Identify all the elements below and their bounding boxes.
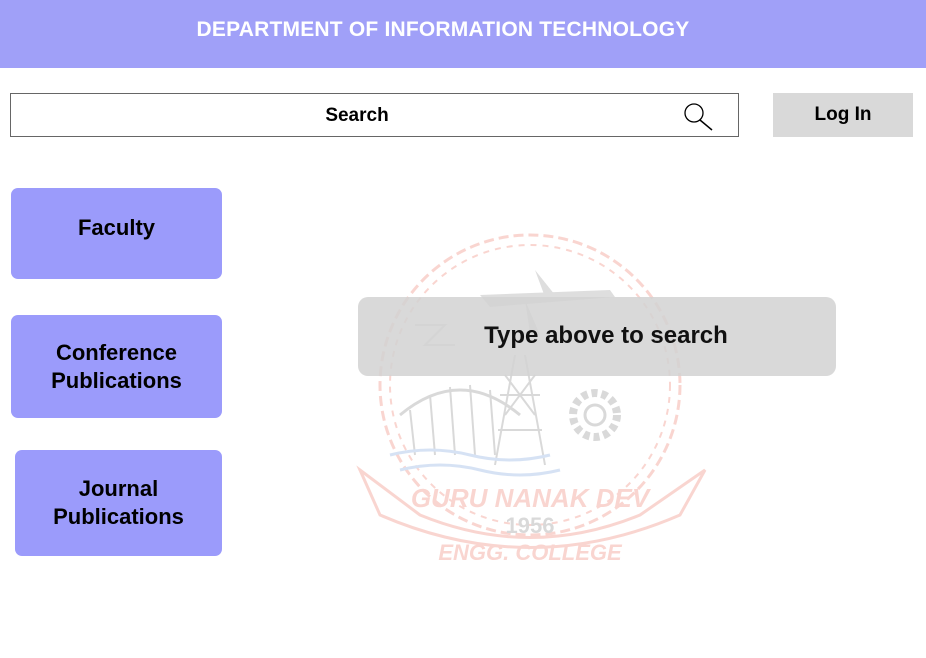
search-hint-panel: Type above to search: [358, 297, 836, 376]
search-input[interactable]: Search: [10, 93, 739, 137]
sidebar-item-label: Faculty: [77, 215, 156, 240]
sidebar-item-label-line1: Conference: [55, 339, 178, 365]
header-bar: DEPARTMENT OF INFORMATION TECHNOLOGY: [0, 0, 926, 68]
watermark-subtitle: ENGG. COLLEGE: [438, 540, 623, 565]
page-title: DEPARTMENT OF INFORMATION TECHNOLOGY: [196, 18, 690, 41]
sidebar-item-label-line2: Publications: [53, 504, 184, 529]
watermark-name: GURU NANAK DEV: [411, 483, 652, 513]
sidebar-item-label-line2: Publications: [51, 367, 182, 393]
login-button[interactable]: Log In: [773, 93, 913, 137]
sidebar-item-conference-publications[interactable]: Conference Publications: [11, 315, 222, 418]
search-icon[interactable]: [681, 101, 715, 135]
search-label: Search: [325, 105, 389, 126]
search-hint-text: Type above to search: [484, 322, 728, 349]
sidebar-item-journal-publications[interactable]: Journal Publications: [15, 450, 222, 556]
sidebar-item-faculty[interactable]: Faculty: [11, 188, 222, 279]
watermark-year: 1956: [506, 513, 555, 538]
college-logo-watermark: GURU NANAK DEV 1956 ENGG. COLLEGE: [356, 233, 707, 565]
sidebar-item-label-line1: Journal: [78, 476, 159, 501]
